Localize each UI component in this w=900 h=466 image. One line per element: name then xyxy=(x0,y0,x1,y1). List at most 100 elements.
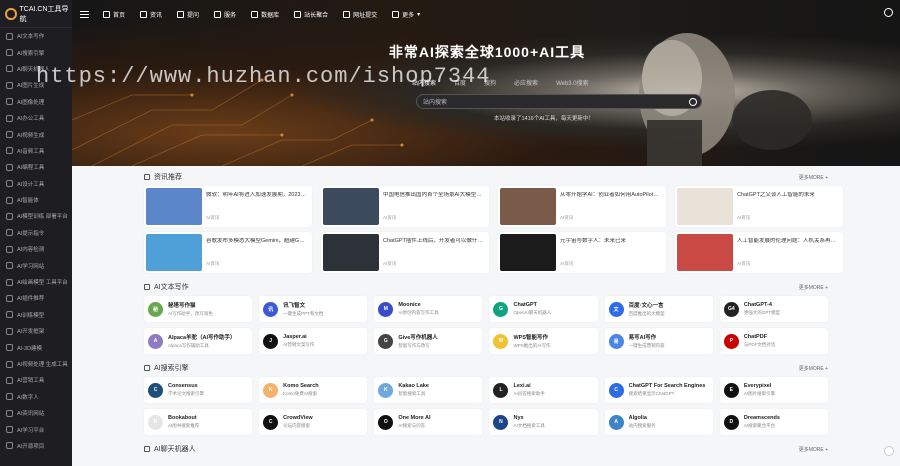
sidebar-item[interactable]: AI内容检测 xyxy=(0,241,72,257)
sidebar-item[interactable]: AI视频生成 xyxy=(0,126,72,142)
hero-search-input[interactable]: 站内搜索 xyxy=(416,94,702,109)
news-title[interactable]: ChatGPT之父谈人工智能的未来 xyxy=(737,192,815,199)
tool-card[interactable]: E Everypixel AI图片搜索引擎 xyxy=(719,377,828,403)
category-icon xyxy=(6,163,13,171)
search-icon[interactable] xyxy=(689,98,697,106)
news-title[interactable]: 人工智能发展的伦理问题：人机关系再思考 xyxy=(737,238,837,245)
news-title[interactable]: 元宇宙与数字人：未来已来 xyxy=(560,238,626,245)
tool-card[interactable]: N Nyx AI文档搜索工具 xyxy=(489,409,598,435)
tool-logo-icon: A xyxy=(148,333,163,349)
tool-description: AI搜索与问答 xyxy=(398,423,426,428)
news-title[interactable]: ChatGPT插件上线后，开发者可以做什么？ xyxy=(383,238,483,245)
sidebar-item[interactable]: AI学习平台 xyxy=(0,421,72,437)
sidebar-item[interactable]: AI训练模型 xyxy=(0,307,72,323)
menu-icon[interactable] xyxy=(80,10,89,18)
theme-toggle-icon[interactable] xyxy=(884,446,894,456)
tool-card[interactable]: W WPS智能写作 WPS推出的AI写作 xyxy=(489,328,598,354)
tool-card[interactable]: 易易写AI写作 一键生成营销内容 xyxy=(604,328,713,354)
more-link[interactable]: 更多MORE + xyxy=(799,174,828,181)
sidebar-item[interactable]: AI提示指令 xyxy=(0,225,72,241)
sidebar-item[interactable]: AI音频工具 xyxy=(0,143,72,159)
sidebar-item[interactable]: AI设计工具 xyxy=(0,176,72,192)
tool-text: Everypixel AI图片搜索引擎 xyxy=(744,383,775,397)
tool-card[interactable]: M Moonice AI原创内容写作工具 xyxy=(374,296,483,322)
category-icon xyxy=(6,212,13,220)
tool-text: Kakao Lake 智能搜索工具 xyxy=(398,383,429,397)
nav-more[interactable]: 更多 ▾ xyxy=(392,10,420,19)
news-card[interactable]: 谷歌发布多模态大模型Gemini，超越GPT-4 AI资讯 xyxy=(144,232,312,273)
logo-icon xyxy=(5,7,17,20)
category-icon xyxy=(6,245,13,253)
sidebar-item-label: AI插件推荐 xyxy=(17,296,45,303)
news-card[interactable]: 元宇宙与数字人：未来已来 AI资讯 xyxy=(498,232,666,273)
nav-service[interactable]: 服务 xyxy=(214,10,236,19)
nav-aggregate[interactable]: 站长聚合 xyxy=(294,10,328,19)
tool-card[interactable]: A Algolia 站内搜索服务 xyxy=(604,409,713,435)
news-title[interactable]: 微软：明年AI将进入加速发展期，2023是关键年 xyxy=(206,192,306,199)
sidebar-item[interactable]: AI文本写作 xyxy=(0,28,72,44)
more-link[interactable]: 更多MORE + xyxy=(799,365,828,372)
sidebar-item[interactable]: AI营销工具 xyxy=(0,372,72,388)
tool-card[interactable]: D Dreamscends AI搜索聚合平台 xyxy=(719,409,828,435)
tool-logo-icon: G4 xyxy=(723,301,739,317)
news-card[interactable]: 中国电信推出国内首个全场景AI大模型，在多领域应用 AI资讯 xyxy=(321,186,489,227)
sidebar-item[interactable]: AI学习网站 xyxy=(0,257,72,273)
news-title[interactable]: 中国电信推出国内首个全场景AI大模型，在多领域应用 xyxy=(383,192,483,199)
sidebar-item[interactable]: AI编程工具 xyxy=(0,159,72,175)
tool-text: Consensus 学术论文搜索引擎 xyxy=(168,383,204,397)
sidebar-item[interactable]: AI办公工具 xyxy=(0,110,72,126)
nav-database[interactable]: 数据库 xyxy=(251,10,279,19)
nav-ask[interactable]: 提问 xyxy=(177,10,199,19)
tool-card[interactable]: J Jasper.ai AI营销文案写作 xyxy=(259,328,368,354)
sidebar-item[interactable]: AI模型训练 部署平台 xyxy=(0,208,72,224)
nav-submit[interactable]: 网址提交 xyxy=(343,10,377,19)
news-card[interactable]: 人工智能发展的伦理问题：人机关系再思考 AI资讯 xyxy=(675,232,843,273)
category-icon xyxy=(6,49,13,57)
news-title[interactable]: 从零开始学AI：创业者如何用AutoPilot打造自己的业务 xyxy=(560,192,660,199)
news-card[interactable]: ChatGPT之父谈人工智能的未来 AI资讯 xyxy=(675,186,843,227)
tool-card[interactable]: B Bookabout AI图书搜索推荐 xyxy=(144,409,253,435)
sidebar-item[interactable]: AI数字人 xyxy=(0,389,72,405)
nav-home[interactable]: 首页 xyxy=(103,10,125,19)
sidebar-item[interactable]: AI智能体 xyxy=(0,192,72,208)
watermark: https://www.huzhan.com/ishop7344 xyxy=(36,64,491,89)
tool-card[interactable]: 文百度·文心一言 百度推出的大模型 xyxy=(604,296,713,322)
site-logo[interactable]: TCAI.CN工具导航 xyxy=(0,0,72,28)
sidebar-item[interactable]: AI开源项目 xyxy=(0,438,72,454)
news-title[interactable]: 谷歌发布多模态大模型Gemini，超越GPT-4 xyxy=(206,238,306,245)
tool-card[interactable]: 讯讯飞智文 一键生成PPT和文档 xyxy=(259,296,368,322)
tool-card[interactable]: A Alpaca羊驼（AI写作助手） Alpaca写作辅助工具 xyxy=(144,328,253,354)
tool-card[interactable]: 秘秘塔写作猫 AI写作助手，改写润色 xyxy=(144,296,253,322)
news-card[interactable]: 微软：明年AI将进入加速发展期，2023是关键年 AI资讯 xyxy=(144,186,312,227)
tool-card[interactable]: G Give写作机器人 智能写作与改写 xyxy=(374,328,483,354)
tool-card[interactable]: K Komo Search Komo免费AI搜索 xyxy=(259,377,368,403)
tool-card[interactable]: C CrowdView 论坛内容搜索 xyxy=(259,409,368,435)
tool-card[interactable]: P ChatPDF 与PDF文档对话 xyxy=(719,328,828,354)
sidebar-item[interactable]: AI插件推荐 xyxy=(0,290,72,306)
search-icon[interactable] xyxy=(884,8,893,17)
nav-news[interactable]: 资讯 xyxy=(140,10,162,19)
section-title: AI聊天机器人 xyxy=(154,446,196,453)
tool-card[interactable]: G4 ChatGPT-4 更强大的GPT模型 xyxy=(719,296,828,322)
sidebar-item[interactable]: AI开发框架 xyxy=(0,323,72,339)
more-link[interactable]: 更多MORE + xyxy=(799,446,828,453)
sidebar-item[interactable]: AI资讯网站 xyxy=(0,405,72,421)
news-card[interactable]: 从零开始学AI：创业者如何用AutoPilot打造自己的业务 AI资讯 xyxy=(498,186,666,227)
sidebar-item[interactable]: AI绘画模型 工具平台 xyxy=(0,274,72,290)
tool-card[interactable]: C Consensus 学术论文搜索引擎 xyxy=(144,377,253,403)
tool-card[interactable]: K Kakao Lake 智能搜索工具 xyxy=(374,377,483,403)
category-icon xyxy=(6,376,13,384)
tool-description: 搜索结果显示ChatGPT xyxy=(628,391,675,396)
news-card[interactable]: ChatGPT插件上线后，开发者可以做什么？ AI资讯 xyxy=(321,232,489,273)
tool-card[interactable]: L Lexi.ai AI问答搜索助手 xyxy=(489,377,598,403)
tab-web3[interactable]: Web3.0搜索 xyxy=(556,78,589,87)
tool-card[interactable]: G ChatGPT OpenAI聊天机器人 xyxy=(489,296,598,322)
tool-card[interactable]: O One More AI AI搜索与问答 xyxy=(374,409,483,435)
tool-card[interactable]: C ChatGPT For Search Engines 搜索结果显示ChatGPT xyxy=(604,377,713,403)
sidebar-item[interactable]: AI搜索引擎 xyxy=(0,44,72,60)
tab-bing[interactable]: 必应搜索 xyxy=(514,78,538,87)
sidebar-item[interactable]: AI图像处理 xyxy=(0,94,72,110)
more-link[interactable]: 更多MORE + xyxy=(799,284,828,291)
sidebar-item[interactable]: AI视频处理 生成工具 xyxy=(0,356,72,372)
sidebar-item[interactable]: AI-3D建模 xyxy=(0,339,72,355)
